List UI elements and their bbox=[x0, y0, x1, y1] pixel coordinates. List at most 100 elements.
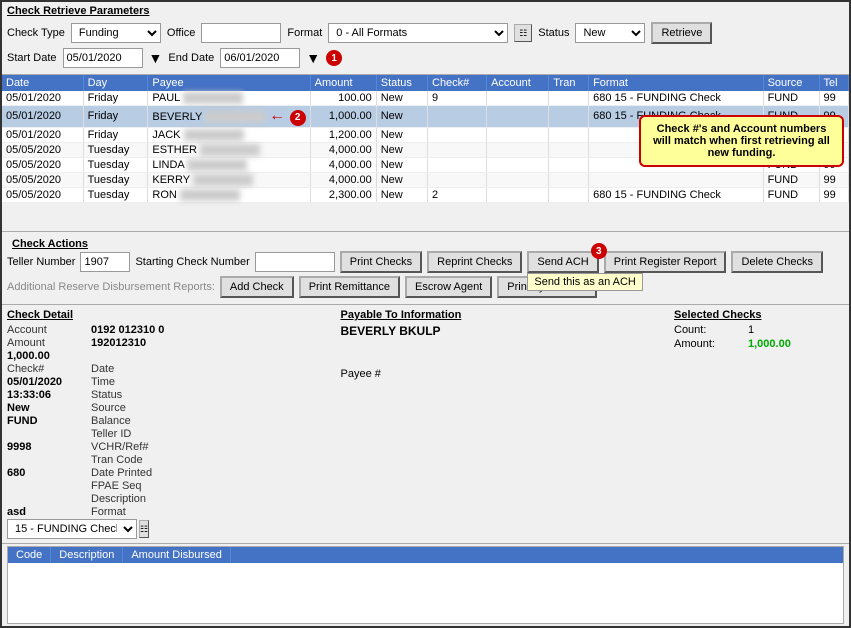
table-row[interactable]: 05/05/2020 Tuesday RON 2,300.00 New 2 68… bbox=[2, 187, 849, 202]
table-row[interactable]: 05/05/2020 Tuesday ESTHER 4,000.00 New F… bbox=[2, 142, 849, 157]
cell-date: 05/05/2020 bbox=[2, 187, 83, 202]
format-detail-icon-btn[interactable]: ☷ bbox=[139, 520, 149, 538]
status-value: New bbox=[7, 402, 87, 414]
cell-format bbox=[589, 172, 763, 187]
office-input[interactable] bbox=[201, 23, 281, 43]
amount-sel-label: Amount: bbox=[674, 338, 744, 350]
fpae-value bbox=[7, 493, 87, 505]
check-detail: Check Detail Account 0192 012310 0 Amoun… bbox=[7, 309, 331, 539]
cell-account bbox=[487, 127, 549, 142]
cell-day: Friday bbox=[83, 91, 148, 106]
cell-source: FUND bbox=[763, 106, 819, 128]
date-value: 05/01/2020 bbox=[7, 376, 87, 388]
cell-tran bbox=[549, 187, 589, 202]
format-select[interactable]: 0 - All Formats bbox=[328, 23, 508, 43]
status-select[interactable]: New bbox=[575, 23, 645, 43]
cell-tran bbox=[549, 91, 589, 106]
code-table-header: Code Description Amount Disbursed bbox=[8, 547, 843, 563]
start-date-input[interactable] bbox=[63, 48, 143, 68]
teller-id-label: Teller ID bbox=[91, 428, 331, 440]
cell-format bbox=[589, 142, 763, 157]
cell-payee: KERRY bbox=[148, 172, 310, 187]
amount-col-header: Amount Disbursed bbox=[123, 547, 231, 563]
reprint-checks-button[interactable]: Reprint Checks bbox=[427, 251, 522, 273]
table-row[interactable]: 05/01/2020 Friday JACK 1,200.00 New FUND… bbox=[2, 127, 849, 142]
end-date-calendar-icon[interactable]: ▼ bbox=[306, 50, 320, 66]
cell-tel: 99 bbox=[819, 172, 848, 187]
print-by-account-button[interactable]: Print by Account bbox=[497, 276, 597, 298]
print-register-button[interactable]: Print Register Report bbox=[604, 251, 727, 273]
annotation-3: 3 bbox=[591, 243, 607, 259]
cell-check: 9 bbox=[428, 91, 487, 106]
check-detail-title: Check Detail bbox=[7, 309, 331, 321]
table-row[interactable]: 05/01/2020 Friday PAUL 100.00 New 9 680 … bbox=[2, 91, 849, 106]
col-status: Status bbox=[376, 75, 427, 91]
print-remittance-button[interactable]: Print Remittance bbox=[299, 276, 400, 298]
cell-amount: 1,200.00 bbox=[310, 127, 376, 142]
end-date-input[interactable] bbox=[220, 48, 300, 68]
check-actions-title: Check Actions bbox=[7, 235, 844, 251]
vchr-value bbox=[7, 454, 87, 466]
delete-checks-button[interactable]: Delete Checks bbox=[731, 251, 823, 273]
cell-format: 680 15 - FUNDING Check bbox=[589, 91, 763, 106]
cell-amount: 100.00 bbox=[310, 91, 376, 106]
table-row[interactable]: 05/05/2020 Tuesday KERRY 4,000.00 New FU… bbox=[2, 172, 849, 187]
cell-check bbox=[428, 172, 487, 187]
cell-amount: 4,000.00 bbox=[310, 172, 376, 187]
office-label: Office bbox=[167, 27, 196, 39]
date-label: Date bbox=[91, 363, 331, 375]
status-label: Status bbox=[91, 389, 331, 401]
annotation-1: 1 bbox=[326, 50, 342, 66]
teller-input[interactable] bbox=[80, 252, 130, 272]
format-detail-row: 15 - FUNDING Check ☷ bbox=[7, 519, 87, 539]
cell-check bbox=[428, 106, 487, 128]
cell-account bbox=[487, 142, 549, 157]
send-ach-button[interactable]: Send ACH bbox=[527, 251, 598, 273]
cell-amount: 2,300.00 bbox=[310, 187, 376, 202]
format-detail-select[interactable]: 15 - FUNDING Check bbox=[7, 519, 137, 539]
cell-payee: PAUL bbox=[148, 91, 310, 106]
count-label: Count: bbox=[674, 324, 744, 336]
retrieve-button[interactable]: Retrieve bbox=[651, 22, 712, 44]
col-account: Account bbox=[487, 75, 549, 91]
cell-format: 680 15 - FUNDING Check bbox=[589, 106, 763, 128]
cell-status: New bbox=[376, 157, 427, 172]
escrow-agent-button[interactable]: Escrow Agent bbox=[405, 276, 492, 298]
starting-check-input[interactable] bbox=[255, 252, 335, 272]
cell-tran bbox=[549, 106, 589, 128]
cell-tel: 99 bbox=[819, 106, 848, 128]
account-value: 0192 012310 0 bbox=[91, 324, 331, 336]
table-row[interactable]: 05/01/2020 Friday BEVERLY ← 2 1,000.00 N… bbox=[2, 106, 849, 128]
vchr-label: VCHR/Ref# bbox=[91, 441, 331, 453]
cell-tel: 99 bbox=[819, 127, 848, 142]
account-label: Account bbox=[7, 324, 87, 336]
cell-date: 05/05/2020 bbox=[2, 172, 83, 187]
format-icon-btn[interactable]: ☷ bbox=[514, 24, 532, 42]
date-printed-label: Date Printed bbox=[91, 467, 331, 479]
add-check-button[interactable]: Add Check bbox=[220, 276, 294, 298]
col-payee: Payee bbox=[148, 75, 310, 91]
time-label: Time bbox=[91, 376, 331, 388]
selected-checks-title: Selected Checks bbox=[674, 309, 844, 321]
cell-status: New bbox=[376, 187, 427, 202]
teller-label: Teller Number bbox=[7, 256, 75, 268]
payable-to-section: Payable To Information BEVERLY BKULP Pay… bbox=[331, 309, 665, 539]
cell-account bbox=[487, 187, 549, 202]
start-date-calendar-icon[interactable]: ▼ bbox=[149, 50, 163, 66]
cell-format bbox=[589, 127, 763, 142]
cell-amount: 4,000.00 bbox=[310, 142, 376, 157]
cell-payee: BEVERLY ← 2 bbox=[148, 106, 310, 128]
source-detail-value: FUND bbox=[7, 415, 87, 427]
table-row[interactable]: 05/05/2020 Tuesday LINDA 4,000.00 New FU… bbox=[2, 157, 849, 172]
cell-status: New bbox=[376, 106, 427, 128]
print-checks-button[interactable]: Print Checks bbox=[340, 251, 422, 273]
cell-status: New bbox=[376, 127, 427, 142]
cell-account bbox=[487, 157, 549, 172]
cell-payee: ESTHER bbox=[148, 142, 310, 157]
count-value: 1 bbox=[748, 324, 844, 336]
cell-tran bbox=[549, 172, 589, 187]
check-type-select[interactable]: Funding bbox=[71, 23, 161, 43]
cell-amount: 1,000.00 bbox=[310, 106, 376, 128]
description-label: Description bbox=[91, 493, 331, 505]
col-amount: Amount bbox=[310, 75, 376, 91]
